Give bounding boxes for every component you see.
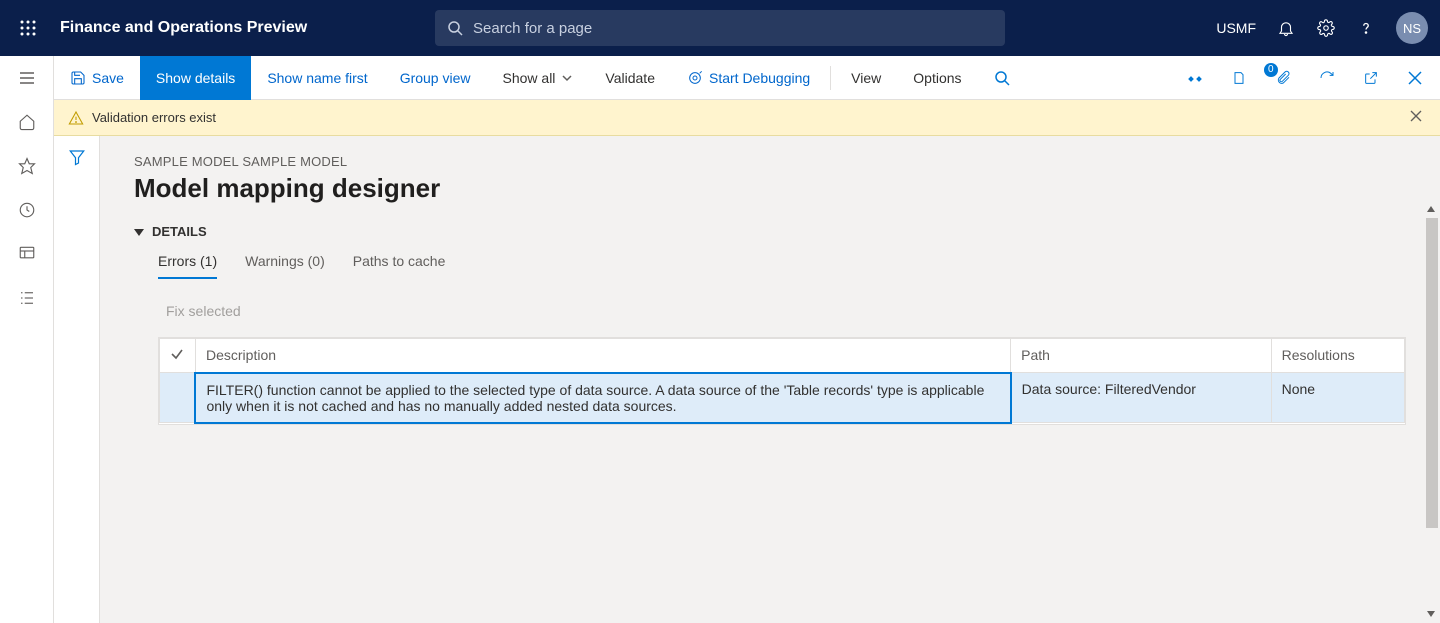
show-all-dropdown[interactable]: Show all: [487, 56, 590, 100]
top-header: Finance and Operations Preview USMF NS: [0, 0, 1440, 56]
close-icon[interactable]: [1400, 63, 1430, 93]
validate-button[interactable]: Validate: [589, 56, 671, 100]
debug-icon: [687, 70, 703, 86]
warning-banner: Validation errors exist: [54, 100, 1440, 136]
cell-description[interactable]: FILTER() function cannot be applied to t…: [195, 373, 1010, 423]
hamburger-icon[interactable]: [17, 68, 37, 88]
refresh-icon[interactable]: [1312, 63, 1342, 93]
help-icon[interactable]: [1356, 18, 1376, 38]
group-view-label: Group view: [400, 70, 471, 86]
scroll-up-icon[interactable]: [1422, 200, 1440, 218]
show-details-label: Show details: [156, 70, 235, 86]
breadcrumb: SAMPLE MODEL SAMPLE MODEL: [134, 154, 1406, 169]
attachments-badge: 0: [1264, 63, 1278, 77]
errors-grid: Description Path Resolutions FILTER() fu…: [158, 337, 1406, 425]
group-view-button[interactable]: Group view: [384, 56, 487, 100]
scrollbar[interactable]: [1422, 200, 1440, 623]
save-label: Save: [92, 70, 124, 86]
col-path[interactable]: Path: [1011, 339, 1271, 373]
scroll-thumb[interactable]: [1426, 218, 1438, 528]
options-button[interactable]: Options: [897, 56, 977, 100]
filter-column: [54, 136, 100, 623]
popout-icon[interactable]: [1356, 63, 1386, 93]
show-name-first-button[interactable]: Show name first: [251, 56, 383, 100]
app-title: Finance and Operations Preview: [60, 19, 307, 37]
details-tabs: Errors (1) Warnings (0) Paths to cache: [134, 253, 1406, 279]
tab-errors[interactable]: Errors (1): [158, 253, 217, 279]
find-button[interactable]: [978, 56, 1026, 100]
recent-icon[interactable]: [17, 200, 37, 220]
header-right: USMF NS: [1216, 12, 1428, 44]
save-icon: [70, 70, 86, 86]
search-icon: [447, 20, 463, 36]
page-body: SAMPLE MODEL SAMPLE MODEL Model mapping …: [100, 136, 1440, 623]
cell-resolutions: None: [1271, 373, 1404, 423]
view-label: View: [851, 70, 881, 86]
chevron-down-icon: [561, 72, 573, 84]
content-area: SAMPLE MODEL SAMPLE MODEL Model mapping …: [54, 136, 1440, 623]
search-input[interactable]: [473, 20, 993, 37]
global-search[interactable]: [435, 10, 1005, 46]
col-resolutions[interactable]: Resolutions: [1271, 339, 1404, 373]
check-icon: [170, 347, 184, 361]
details-toggle[interactable]: DETAILS: [134, 224, 1406, 239]
attachments-icon[interactable]: 0: [1268, 63, 1298, 93]
show-name-first-label: Show name first: [267, 70, 367, 86]
left-rail: [0, 56, 54, 623]
tab-warnings[interactable]: Warnings (0): [245, 253, 325, 279]
warning-close-icon[interactable]: [1410, 110, 1426, 126]
home-icon[interactable]: [17, 112, 37, 132]
scroll-down-icon[interactable]: [1422, 605, 1440, 623]
start-debugging-label: Start Debugging: [709, 70, 810, 86]
company-label[interactable]: USMF: [1216, 20, 1256, 36]
filter-icon[interactable]: [68, 148, 86, 623]
command-bar: Save Show details Show name first Group …: [54, 56, 1440, 100]
select-all-header[interactable]: [160, 339, 196, 373]
notifications-icon[interactable]: [1276, 18, 1296, 38]
page-title: Model mapping designer: [134, 173, 1406, 204]
search-icon: [994, 70, 1010, 86]
warning-icon: [68, 110, 84, 126]
options-label: Options: [913, 70, 961, 86]
favorites-icon[interactable]: [17, 156, 37, 176]
table-header-row: Description Path Resolutions: [160, 339, 1405, 373]
settings-icon[interactable]: [1316, 18, 1336, 38]
tab-paths-to-cache[interactable]: Paths to cache: [353, 253, 446, 279]
app-launcher-icon[interactable]: [12, 12, 44, 44]
office-addin-icon[interactable]: [1224, 63, 1254, 93]
row-select[interactable]: [160, 373, 196, 423]
personalize-icon[interactable]: [1180, 63, 1210, 93]
table-row[interactable]: FILTER() function cannot be applied to t…: [160, 373, 1405, 423]
modules-icon[interactable]: [17, 288, 37, 308]
cell-path: Data source: FilteredVendor: [1011, 373, 1271, 423]
workspaces-icon[interactable]: [17, 244, 37, 264]
triangle-down-icon: [134, 227, 144, 237]
warning-text: Validation errors exist: [92, 110, 216, 125]
col-description[interactable]: Description: [195, 339, 1010, 373]
start-debugging-button[interactable]: Start Debugging: [671, 56, 826, 100]
validate-label: Validate: [605, 70, 655, 86]
fix-selected-button[interactable]: Fix selected: [166, 303, 1406, 319]
show-all-label: Show all: [503, 70, 556, 86]
user-avatar[interactable]: NS: [1396, 12, 1428, 44]
save-button[interactable]: Save: [54, 56, 140, 100]
details-label: DETAILS: [152, 224, 207, 239]
show-details-button[interactable]: Show details: [140, 56, 251, 100]
view-button[interactable]: View: [835, 56, 897, 100]
separator: [830, 66, 831, 90]
command-bar-right: 0: [1180, 63, 1440, 93]
